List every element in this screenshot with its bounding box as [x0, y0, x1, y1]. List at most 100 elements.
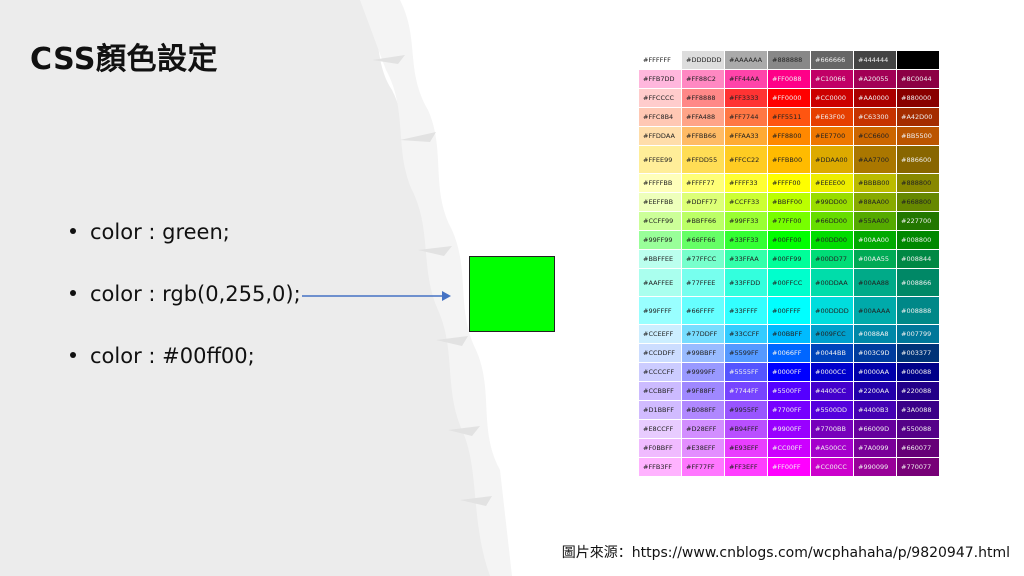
color-cell: #DDFF77 — [681, 192, 725, 212]
color-cell: #FF0088 — [767, 69, 811, 89]
color-cell: #77FFCC — [681, 249, 725, 269]
color-cell: #A42D00 — [896, 107, 940, 127]
color-table-row: #F0BBFF #E38EFF #E93EFF #CC00FF #A500CC #7A00… — [638, 438, 940, 458]
color-cell: #FFDDAA — [638, 126, 682, 146]
color-cell: #77FF00 — [767, 211, 811, 231]
color-cell: #77FFEE — [681, 268, 725, 297]
color-cell: #550088 — [896, 419, 940, 439]
color-cell: #660077 — [896, 438, 940, 458]
color-cell: #FFEE99 — [638, 145, 682, 174]
color-table-row: #FFB7DD #FF88C2 #FF44AA #FF0088 #C10066 #A200… — [638, 69, 940, 89]
color-cell: #00BBFF — [767, 324, 811, 344]
color-cell: #FFFF33 — [724, 173, 768, 193]
color-cell: #B94FFF — [724, 419, 768, 439]
color-cell: #003377 — [896, 343, 940, 363]
color-cell: #33CCFF — [724, 324, 768, 344]
color-cell: #9999FF — [681, 362, 725, 382]
color-cell: #5599FF — [724, 343, 768, 363]
color-table-row: #FFB3FF #FF77FF #FF3EFF #FF00FF #CC00CC #9900… — [638, 457, 940, 477]
color-cell: #FF3EFF — [724, 457, 768, 477]
color-table-row: #CCEEFF #77DDFF #33CCFF #00BBFF #009FCC #0088… — [638, 324, 940, 344]
color-cell: #0000FF — [767, 362, 811, 382]
color-cell: #220088 — [896, 381, 940, 401]
color-cell: #7700BB — [810, 419, 854, 439]
color-cell: #8C0044 — [896, 69, 940, 89]
color-cell: #5500FF — [767, 381, 811, 401]
color-cell: #CC00CC — [810, 457, 854, 477]
color-cell: #FF5511 — [767, 107, 811, 127]
color-cell: #4400CC — [810, 381, 854, 401]
bullet-dot-icon — [70, 228, 76, 234]
color-cell: #E93EFF — [724, 438, 768, 458]
color-cell: #33FF33 — [724, 230, 768, 250]
color-table-row: #FFFFBB #FFFF77 #FFFF33 #FFFF00 #EEEE00 #BBBB… — [638, 173, 940, 193]
color-cell: #888888 — [767, 50, 811, 70]
color-cell: #CC6600 — [853, 126, 897, 146]
color-cell: #B088FF — [681, 400, 725, 420]
color-cell: #FFB7DD — [638, 69, 682, 89]
color-cell: #FFFFBB — [638, 173, 682, 193]
color-cell: #FF8800 — [767, 126, 811, 146]
color-cell: #990099 — [853, 457, 897, 477]
color-cell: #FFDD55 — [681, 145, 725, 174]
color-cell: #66DD00 — [810, 211, 854, 231]
color-cell: #E63F00 — [810, 107, 854, 127]
green-color-swatch — [469, 256, 555, 332]
color-cell: #9F88FF — [681, 381, 725, 401]
color-cell: #CC0000 — [810, 88, 854, 108]
color-cell: #99FF33 — [724, 211, 768, 231]
color-cell: #55AA00 — [853, 211, 897, 231]
color-cell: #444444 — [853, 50, 897, 70]
color-cell: #FFA488 — [681, 107, 725, 127]
color-table-row: #BBFFEE #77FFCC #33FFAA #00FF99 #00DD77 #00AA… — [638, 249, 940, 269]
color-cell: #00DD00 — [810, 230, 854, 250]
color-table-row: #FFFFFF #DDDDDD #AAAAAA #888888 #666666 #4444… — [638, 50, 940, 70]
color-table-row: #99FF99 #66FF66 #33FF33 #00FF00 #00DD00 #00AA… — [638, 230, 940, 250]
color-cell: #99FFFF — [638, 296, 682, 325]
color-cell: #FF44AA — [724, 69, 768, 89]
color-cell: #AA7700 — [853, 145, 897, 174]
color-cell: #008800 — [896, 230, 940, 250]
color-cell: #66FFFF — [681, 296, 725, 325]
color-cell: #886600 — [896, 145, 940, 174]
color-cell: #33FFDD — [724, 268, 768, 297]
color-cell: #FF3333 — [724, 88, 768, 108]
color-cell: #FFBB66 — [681, 126, 725, 146]
color-cell: #9900FF — [767, 419, 811, 439]
bullet-dot-icon — [70, 352, 76, 358]
color-cell: #FF77FF — [681, 457, 725, 477]
color-cell: #FFFF77 — [681, 173, 725, 193]
color-cell: #C10066 — [810, 69, 854, 89]
color-cell: #7A0099 — [853, 438, 897, 458]
color-cell: #AA0000 — [853, 88, 897, 108]
color-cell: #FF7744 — [724, 107, 768, 127]
color-cell: #88AA00 — [853, 192, 897, 212]
color-cell: #00FF00 — [767, 230, 811, 250]
color-cell: #0000AA — [853, 362, 897, 382]
color-cell: #00AA55 — [853, 249, 897, 269]
color-cell: #A20055 — [853, 69, 897, 89]
color-cell: #0000CC — [810, 362, 854, 382]
color-cell: #D1BBFF — [638, 400, 682, 420]
color-cell: #E8CCFF — [638, 419, 682, 439]
color-cell: #00FFFF — [767, 296, 811, 325]
bullet-item: color : rgb(0,255,0); — [70, 282, 301, 306]
color-cell: #4400B3 — [853, 400, 897, 420]
color-cell: #00DD77 — [810, 249, 854, 269]
color-cell: #33FFAA — [724, 249, 768, 269]
color-code-table: #FFFFFF #DDDDDD #AAAAAA #888888 #666666 #4444… — [638, 50, 940, 477]
color-cell: #EEFFBB — [638, 192, 682, 212]
color-cell: #00DDAA — [810, 268, 854, 297]
color-cell: #BBFF00 — [767, 192, 811, 212]
color-cell: #77DDFF — [681, 324, 725, 344]
color-cell: #EEEE00 — [810, 173, 854, 193]
color-table-row: #D1BBFF #B088FF #9955FF #7700FF #5500DD #4400… — [638, 400, 940, 420]
color-cell: #F0BBFF — [638, 438, 682, 458]
color-cell: #BBFF66 — [681, 211, 725, 231]
color-cell: #66FF66 — [681, 230, 725, 250]
color-cell: #DDAA00 — [810, 145, 854, 174]
color-cell: #FF88C2 — [681, 69, 725, 89]
color-cell: #00FFCC — [767, 268, 811, 297]
color-table-row: #99FFFF #66FFFF #33FFFF #00FFFF #00DDDD #00AA… — [638, 296, 940, 325]
color-cell: #003C9D — [853, 343, 897, 363]
